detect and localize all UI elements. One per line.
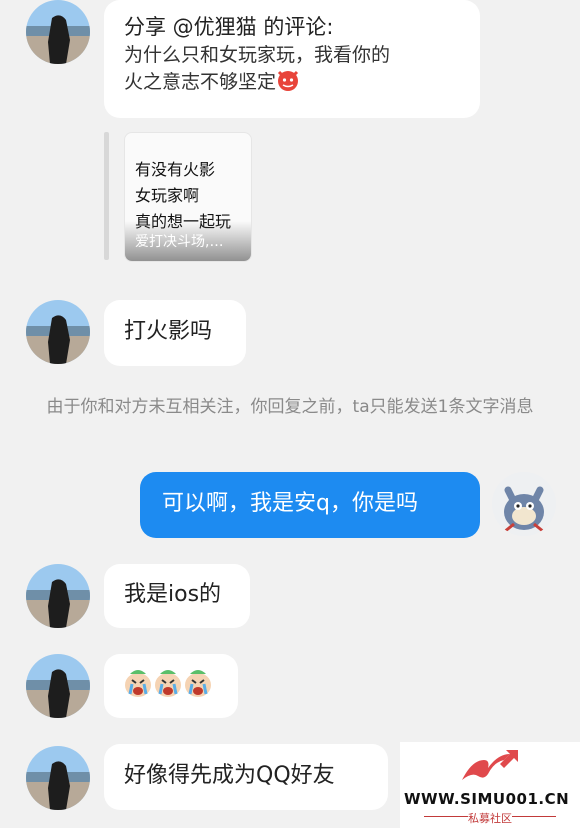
contact-avatar[interactable] [26,0,90,64]
watermark: WWW.SIMU001.CN 私募社区 [400,742,580,828]
beach-photo-avatar-icon [26,564,90,628]
share-comment-text: 火之意志不够坚定 [124,71,277,93]
quote-bar [104,132,109,260]
system-notice: 由于你和对方未互相关注，你回复之前，ta只能发送1条文字消息 [46,397,534,417]
message-text: 可以啊，我是安q，你是吗 [162,491,418,516]
beach-photo-avatar-icon [26,300,90,364]
watermark-subtitle: 私募社区 [468,812,512,825]
devil-emoji-icon [276,68,300,99]
message-text: 打火影吗 [124,319,213,344]
crying-emoji-icon [124,668,152,707]
crying-emoji-icon [184,668,212,707]
my-avatar[interactable] [492,472,556,536]
beach-photo-avatar-icon [26,0,90,64]
message-bubble[interactable]: 我是ios的 [104,564,250,628]
shared-post-thumbnail[interactable]: 有没有火影 女玩家啊 真的想一起玩 爱打决斗场,… [124,132,252,262]
my-message-bubble[interactable]: 可以啊，我是安q，你是吗 [140,472,480,538]
contact-avatar[interactable] [26,300,90,364]
beach-photo-avatar-icon [26,746,90,810]
message-text: 我是ios的 [124,582,222,607]
message-text: 好像得先成为QQ好友 [124,763,335,788]
share-comment-line1: 为什么只和女玩家玩，我看你的 [124,44,391,66]
post-caption: 爱打决斗场,… [135,234,224,250]
emoji-message-bubble[interactable] [104,654,238,718]
shared-comment-bubble[interactable]: 分享 @优狸猫 的评论: 为什么只和女玩家玩，我看你的 火之意志不够坚定 [104,0,480,118]
contact-avatar[interactable] [26,654,90,718]
watermark-url: WWW.SIMU001.CN [404,790,570,808]
post-line2: 女玩家啊 [135,186,200,205]
contact-avatar[interactable] [26,564,90,628]
cartoon-cat-avatar-icon [492,472,556,536]
message-bubble[interactable]: 好像得先成为QQ好友 [104,744,388,810]
crying-emoji-icon [154,668,182,707]
beach-photo-avatar-icon [26,654,90,718]
watermark-logo-icon [462,750,518,780]
share-comment-line2: 火之意志不够坚定 [124,68,464,99]
post-line1: 有没有火影 [135,160,216,179]
contact-avatar[interactable] [26,746,90,810]
share-title: 分享 @优狸猫 的评论: [124,15,334,39]
message-bubble[interactable]: 打火影吗 [104,300,246,366]
